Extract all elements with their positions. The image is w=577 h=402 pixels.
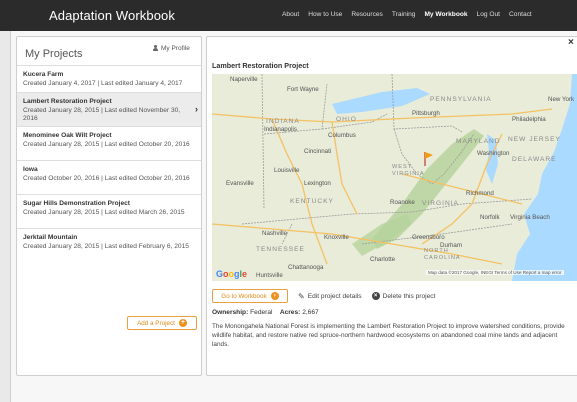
- project-name: Sugar Hills Demonstration Project: [23, 200, 130, 207]
- map-city-label: Knoxville: [324, 234, 349, 241]
- map-city-label: Chattanooga: [288, 264, 324, 271]
- map-city-label: Richmond: [466, 190, 494, 197]
- projects-title: My Projects: [25, 48, 83, 60]
- map-city-label: Lexington: [304, 180, 331, 187]
- map-state-label: TENNESSEE: [256, 246, 305, 253]
- add-project-button[interactable]: Add a Project +: [127, 316, 197, 330]
- plus-circle-icon: +: [178, 319, 187, 327]
- map-city-label: New York: [548, 96, 575, 103]
- project-map[interactable]: Naperville Fort Wayne Pittsburgh Indiana…: [212, 74, 577, 281]
- project-title: Lambert Restoration Project: [212, 61, 309, 70]
- map-city-label: Virginia Beach: [510, 214, 550, 221]
- project-name: Menominee Oak Wilt Project: [23, 132, 112, 139]
- project-meta: Created October 20, 2016 | Last edited O…: [23, 175, 190, 182]
- nav-my-workbook[interactable]: My Workbook: [424, 11, 467, 18]
- nav-contact[interactable]: Contact: [509, 11, 532, 18]
- map-state-label: OHIO: [336, 116, 357, 123]
- edit-project-link[interactable]: ✎ Edit project details: [298, 292, 362, 301]
- top-nav-bar: Adaptation Workbook About How to Use Res…: [0, 0, 577, 31]
- project-list: Kucera Farm Created January 4, 2017 | La…: [17, 65, 201, 262]
- project-meta: Created January 28, 2015 | Last edited F…: [23, 243, 189, 250]
- go-to-workbook-label: Go to Workbook: [221, 292, 267, 300]
- brand-title[interactable]: Adaptation Workbook: [49, 8, 175, 23]
- go-to-workbook-button[interactable]: Go to Workbook ›: [212, 289, 288, 303]
- ownership-label: Ownership:: [212, 309, 249, 316]
- delete-project-label: Delete this project: [382, 292, 436, 300]
- main-nav: About How to Use Resources Training My W…: [282, 11, 541, 18]
- map-city-label: Charlotte: [370, 256, 396, 263]
- x-circle-icon: ×: [371, 292, 380, 300]
- project-item-jerktail-mountain[interactable]: Jerktail Mountain Created January 28, 20…: [17, 228, 201, 262]
- nav-how-to-use[interactable]: How to Use: [308, 11, 342, 18]
- project-name: Kucera Farm: [23, 71, 64, 78]
- project-actions: Go to Workbook › ✎ Edit project details …: [212, 289, 435, 303]
- map-attribution[interactable]: Map data ©2017 Google, INEGI Terms of Us…: [426, 270, 564, 275]
- my-profile-link[interactable]: My Profile: [152, 45, 190, 52]
- map-state-label: NORTH CAROLINA: [424, 248, 461, 261]
- map-city-label: Norfolk: [480, 214, 500, 221]
- project-item-lambert-restoration[interactable]: Lambert Restoration Project Created Janu…: [17, 92, 201, 126]
- person-icon: [152, 45, 159, 52]
- project-meta: Created January 28, 2015 | Last edited O…: [23, 141, 190, 148]
- map-city-label: Indianapolis: [264, 126, 298, 133]
- map-city-label: Washington: [477, 150, 510, 157]
- nav-about[interactable]: About: [282, 11, 299, 18]
- map-city-label: Fort Wayne: [287, 86, 319, 93]
- project-meta: Created January 28, 2015 | Last edited M…: [23, 209, 185, 216]
- map-city-label: Columbus: [328, 132, 356, 139]
- my-profile-label: My Profile: [161, 45, 190, 52]
- map-state-label: INDIANA: [266, 118, 300, 125]
- map-city-label: Louisville: [274, 167, 300, 174]
- project-item-sugar-hills[interactable]: Sugar Hills Demonstration Project Create…: [17, 194, 201, 228]
- map-city-label: Evansville: [226, 180, 254, 187]
- edit-project-label: Edit project details: [307, 292, 362, 300]
- project-name: Iowa: [23, 166, 38, 173]
- map-city-label: Philadelphia: [512, 116, 546, 123]
- map-state-label: NEW JERSEY: [508, 136, 561, 143]
- delete-project-link[interactable]: × Delete this project: [371, 292, 436, 300]
- map-city-label: Naperville: [230, 76, 258, 83]
- nav-log-out[interactable]: Log Out: [477, 11, 500, 18]
- project-description: The Monongahela National Forest is imple…: [212, 323, 565, 348]
- map-city-label: Pittsburgh: [412, 110, 440, 117]
- map-state-label: WEST VIRGINIA: [392, 164, 425, 177]
- map-state-label: VIRGINIA: [422, 200, 459, 207]
- ownership-value: Federal: [250, 309, 273, 316]
- map-state-label: KENTUCKY: [290, 198, 334, 205]
- nav-resources[interactable]: Resources: [351, 11, 383, 18]
- acres-value: 2,667: [302, 309, 319, 316]
- map-city-label: Greensboro: [412, 234, 445, 241]
- acres-label: Acres:: [279, 309, 301, 316]
- project-name: Jerktail Mountain: [23, 234, 78, 241]
- map-state-label: MARYLAND: [456, 138, 501, 145]
- map-city-label: Huntsville: [256, 272, 283, 279]
- google-logo: Google: [216, 269, 248, 279]
- nav-training[interactable]: Training: [392, 11, 416, 18]
- map-city-label: Roanoke: [390, 199, 415, 206]
- map-city-label: Cincinnati: [304, 148, 332, 155]
- add-project-label: Add a Project: [137, 319, 175, 327]
- map-city-label: Nashville: [262, 230, 288, 237]
- project-item-iowa[interactable]: Iowa Created October 20, 2016 | Last edi…: [17, 160, 201, 194]
- ownership-info: Ownership: Federal Acres: 2,667: [212, 309, 319, 316]
- project-meta: Created January 28, 2015 | Last edited N…: [23, 107, 181, 122]
- arrow-right-circle-icon: ›: [270, 292, 279, 300]
- project-name: Lambert Restoration Project: [23, 98, 112, 105]
- close-icon[interactable]: ×: [568, 37, 574, 48]
- chevron-right-icon: ›: [195, 104, 198, 114]
- project-item-kucera-farm[interactable]: Kucera Farm Created January 4, 2017 | La…: [17, 65, 201, 92]
- project-item-menominee-oak-wilt[interactable]: Menominee Oak Wilt Project Created Janua…: [17, 126, 201, 160]
- map-state-label: DELAWARE: [512, 156, 557, 163]
- pencil-icon: ✎: [298, 291, 305, 301]
- map-state-label: PENNSYLVANIA: [430, 96, 492, 103]
- project-meta: Created January 4, 2017 | Last edited Ja…: [23, 80, 183, 87]
